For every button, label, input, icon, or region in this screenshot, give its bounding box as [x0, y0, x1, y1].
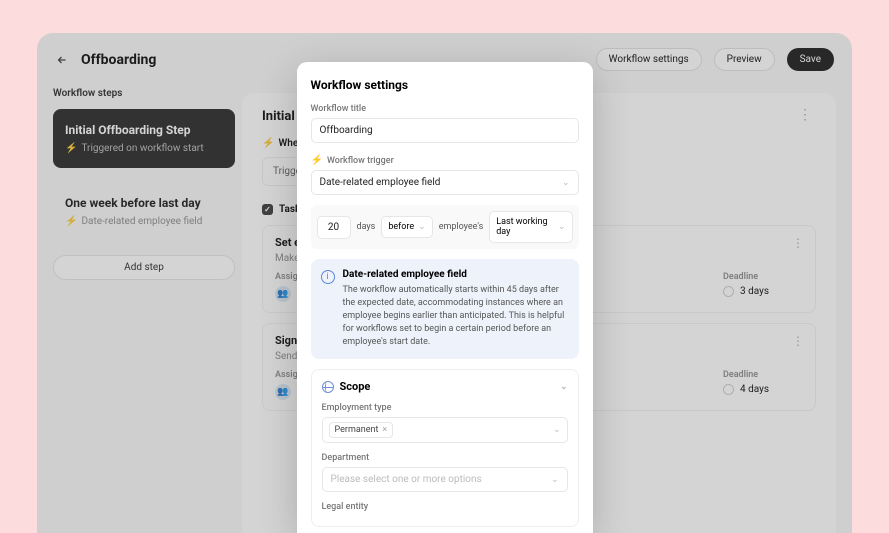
chevron-down-icon: ⌄: [560, 382, 568, 392]
scope-header[interactable]: Scope ⌄: [322, 380, 568, 393]
scope-title: Scope: [340, 380, 371, 393]
chevron-down-icon: ⌄: [562, 178, 570, 188]
employment-type-select[interactable]: Permanent× ⌄: [322, 417, 568, 443]
workflow-trigger-select[interactable]: Date-related employee field ⌄: [311, 170, 579, 195]
workflow-title-label: Workflow title: [311, 104, 579, 114]
chevron-down-icon: ⌄: [558, 222, 566, 232]
chevron-down-icon: ⌄: [553, 425, 561, 435]
trigger-select-value: Date-related employee field: [320, 177, 441, 188]
chevron-down-icon: ⌄: [418, 222, 426, 232]
info-title: Date-related employee field: [343, 269, 569, 280]
department-label: Department: [322, 453, 568, 463]
days-unit: days: [355, 222, 378, 232]
workflow-title-input[interactable]: [311, 118, 579, 143]
bolt-icon: ⚡: [311, 155, 323, 166]
employee-text: employee's: [437, 222, 486, 232]
before-after-select[interactable]: before⌄: [381, 216, 432, 238]
info-text: The workflow automatically starts within…: [343, 284, 569, 349]
trigger-timing-row: days before⌄ employee's Last working day…: [311, 205, 579, 249]
workflow-settings-modal: Workflow settings Workflow title ⚡ Workfl…: [297, 62, 593, 533]
globe-icon: [322, 381, 334, 393]
employment-type-label: Employment type: [322, 403, 568, 413]
date-field-select[interactable]: Last working day⌄: [489, 211, 572, 243]
employment-type-chip: Permanent×: [329, 422, 394, 438]
remove-chip-icon[interactable]: ×: [382, 425, 387, 435]
days-input[interactable]: [317, 216, 351, 239]
workflow-trigger-label: Workflow trigger: [327, 156, 394, 166]
department-placeholder: Please select one or more options: [331, 474, 482, 485]
legal-entity-label: Legal entity: [322, 502, 568, 512]
scope-section: Scope ⌄ Employment type Permanent× ⌄ Dep…: [311, 369, 579, 527]
chevron-down-icon: ⌄: [551, 475, 559, 485]
department-select[interactable]: Please select one or more options ⌄: [322, 467, 568, 492]
info-callout: i Date-related employee field The workfl…: [311, 259, 579, 359]
info-icon: i: [321, 270, 335, 284]
modal-title: Workflow settings: [311, 78, 579, 92]
